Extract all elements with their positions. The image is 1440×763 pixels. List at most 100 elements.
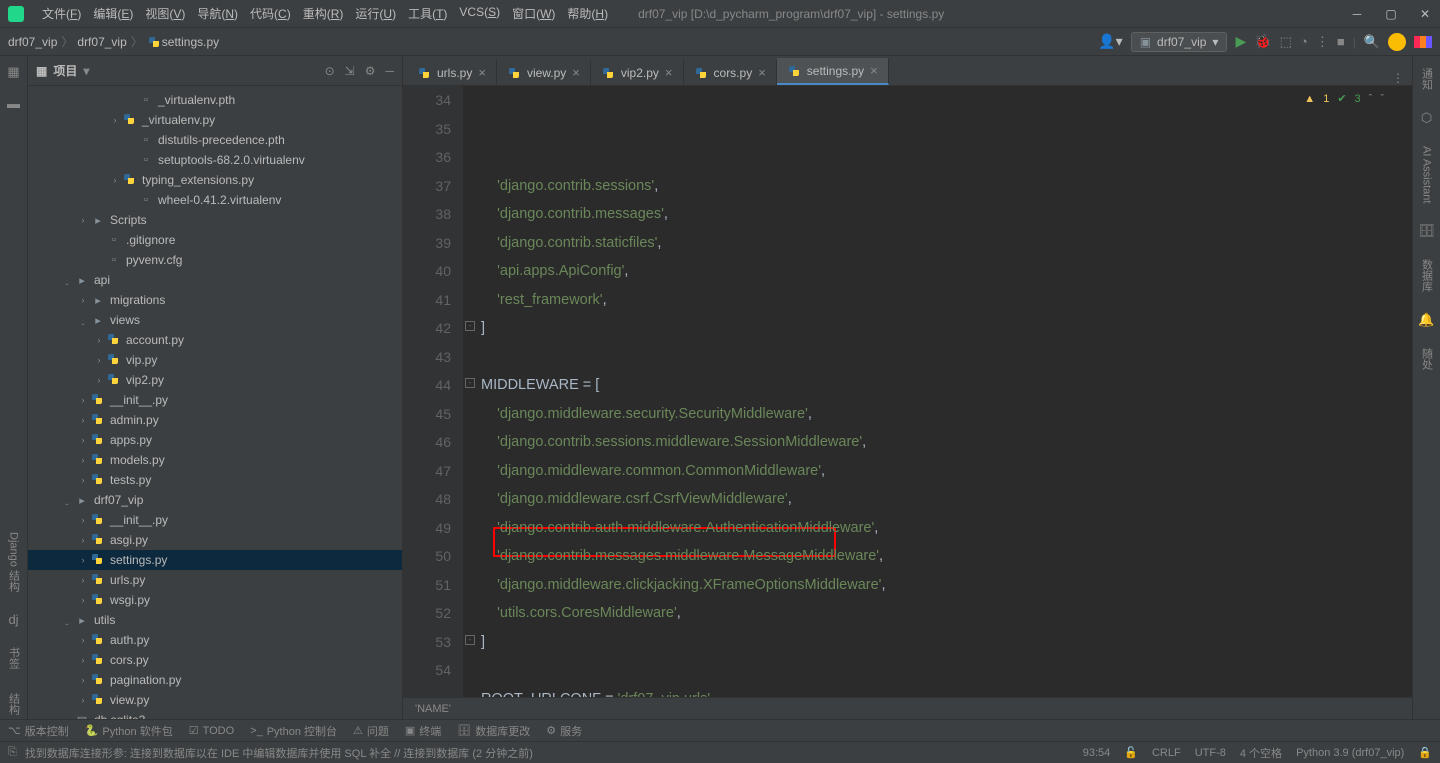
python-interpreter[interactable]: Python 3.9 (drf07_vip) (1296, 747, 1404, 759)
code-line[interactable]: 'django.contrib.auth.middleware.Authenti… (481, 514, 1412, 543)
tree-row[interactable]: ›urls.py (28, 570, 402, 590)
close-tab-icon[interactable]: × (572, 65, 580, 80)
hide-panel-icon[interactable]: ─ (385, 64, 394, 78)
code-line[interactable]: 'django.contrib.staticfiles', (481, 229, 1412, 258)
chevron-right-icon[interactable]: › (76, 215, 90, 225)
chevron-right-icon[interactable]: › (76, 595, 90, 605)
editor-tab[interactable]: urls.py× (407, 60, 497, 85)
tree-row[interactable]: ▤db.sqlite3 (28, 710, 402, 719)
chevron-right-icon[interactable]: › (76, 475, 90, 485)
chevron-down-icon[interactable]: ▾ (83, 64, 89, 78)
tree-row[interactable]: ▫setuptools-68.2.0.virtualenv (28, 150, 402, 170)
chevron-right-icon[interactable]: › (76, 555, 90, 565)
menu-item[interactable]: 工具(T) (402, 5, 453, 22)
tree-row[interactable]: ›auth.py (28, 630, 402, 650)
code-line[interactable]: ]- (481, 628, 1412, 657)
menu-item[interactable]: 代码(C) (244, 5, 297, 22)
code-content[interactable]: 'django.contrib.sessions', 'django.contr… (463, 86, 1412, 697)
chevron-down-icon[interactable]: ˬ (60, 495, 74, 505)
search-everywhere-icon[interactable]: 🔔 (1418, 312, 1434, 328)
search-everywhere-label[interactable]: 随处 (1419, 344, 1435, 374)
code-line[interactable]: 'django.contrib.messages.middleware.Mess… (481, 542, 1412, 571)
dir-icon[interactable]: ▬ (7, 96, 20, 111)
tree-row[interactable]: ›view.py (28, 690, 402, 710)
project-tool-icon[interactable]: ▦ (7, 64, 19, 80)
readonly-lock-icon[interactable]: 🔒 (1418, 746, 1432, 759)
code-line[interactable]: 'django.contrib.sessions.middleware.Sess… (481, 428, 1412, 457)
breadcrumb-item[interactable]: drf07_vip (8, 35, 57, 49)
tree-row[interactable]: ▫_virtualenv.pth (28, 90, 402, 110)
menu-item[interactable]: 视图(V) (139, 5, 191, 22)
django-tool-label[interactable]: Django 结构 (6, 528, 22, 596)
code-line[interactable]: MIDDLEWARE = [- (481, 371, 1412, 400)
encoding[interactable]: UTF-8 (1195, 747, 1226, 759)
chevron-right-icon[interactable]: › (76, 695, 90, 705)
chevron-right-icon[interactable]: › (76, 395, 90, 405)
tool-window-button[interactable]: ⌥版本控制 (8, 723, 69, 739)
database-tool-icon[interactable]: 🗄 (1418, 223, 1435, 239)
editor-tab[interactable]: vip2.py× (591, 60, 684, 85)
editor-tab[interactable]: cors.py× (684, 60, 777, 85)
fold-marker-icon[interactable]: - (465, 635, 475, 645)
minimize-button[interactable]: ─ (1350, 7, 1364, 21)
tree-row[interactable]: ›▸migrations (28, 290, 402, 310)
tree-row[interactable]: ›settings.py (28, 550, 402, 570)
jetbrains-logo-icon[interactable] (1414, 36, 1432, 48)
run-button[interactable]: ▶ (1235, 33, 1246, 50)
tabs-more-icon[interactable]: ⋮ (1392, 71, 1404, 85)
chevron-right-icon[interactable]: › (76, 515, 90, 525)
chevron-right-icon[interactable]: › (76, 535, 90, 545)
code-line[interactable]: ]- (481, 314, 1412, 343)
menu-item[interactable]: 窗口(W) (506, 5, 561, 22)
tree-row[interactable]: ›vip.py (28, 350, 402, 370)
expand-all-icon[interactable]: ⇲ (345, 64, 355, 78)
chevron-down-icon[interactable]: ˬ (60, 615, 74, 625)
ai-assistant-label[interactable]: AI Assistant (1421, 142, 1433, 207)
chevron-right-icon[interactable]: › (92, 335, 106, 345)
menu-item[interactable]: VCS(S) (453, 5, 506, 22)
coverage-button[interactable]: ⬚ (1280, 34, 1292, 50)
code-line[interactable] (481, 343, 1412, 372)
database-tool-label[interactable]: 数据库 (1419, 255, 1435, 296)
tree-row[interactable]: ›models.py (28, 450, 402, 470)
chevron-right-icon[interactable]: › (76, 295, 90, 305)
maximize-button[interactable]: ▢ (1384, 7, 1398, 21)
tree-row[interactable]: ›pagination.py (28, 670, 402, 690)
tree-row[interactable]: ▫.gitignore (28, 230, 402, 250)
menu-item[interactable]: 运行(U) (349, 5, 402, 22)
menu-item[interactable]: 导航(N) (191, 5, 244, 22)
tree-row[interactable]: ▫distutils-precedence.pth (28, 130, 402, 150)
tool-window-button[interactable]: 🗄数据库更改 (457, 723, 530, 739)
notifications-tool-label[interactable]: 通知 (1419, 64, 1435, 94)
chevron-right-icon[interactable]: › (92, 375, 106, 385)
tree-row[interactable]: ˬ▸utils (28, 610, 402, 630)
stop-button[interactable]: ■ (1337, 34, 1345, 49)
bookmarks-tool-label[interactable]: 书签 (6, 643, 22, 673)
more-run-icon[interactable]: ⋮ (1316, 34, 1329, 50)
tree-row[interactable]: ˬ▸views (28, 310, 402, 330)
tree-row[interactable]: ›typing_extensions.py (28, 170, 402, 190)
structure-tool-label[interactable]: 结构 (6, 689, 22, 719)
code-line[interactable]: 'django.contrib.messages', (481, 200, 1412, 229)
tree-row[interactable]: ›_virtualenv.py (28, 110, 402, 130)
tree-row[interactable]: ˬ▸drf07_vip (28, 490, 402, 510)
breadcrumb-item[interactable]: drf07_vip (77, 35, 126, 49)
editor-tab[interactable]: view.py× (497, 60, 591, 85)
menu-item[interactable]: 重构(R) (297, 5, 350, 22)
django-icon[interactable]: dj (8, 612, 18, 627)
chevron-right-icon[interactable]: › (108, 175, 122, 185)
tree-row[interactable]: ›cors.py (28, 650, 402, 670)
close-tab-icon[interactable]: × (478, 65, 486, 80)
tree-row[interactable]: ›__init__.py (28, 390, 402, 410)
tree-row[interactable]: ›__init__.py (28, 510, 402, 530)
project-tree[interactable]: ▫_virtualenv.pth›_virtualenv.py▫distutil… (28, 86, 402, 719)
close-tab-icon[interactable]: × (870, 63, 878, 78)
gear-icon[interactable]: ⚙ (365, 64, 376, 78)
close-tab-icon[interactable]: × (665, 65, 673, 80)
chevron-right-icon[interactable]: › (76, 575, 90, 585)
tool-window-button[interactable]: ☑TODO (189, 724, 234, 737)
chevron-right-icon[interactable]: › (108, 115, 122, 125)
tool-window-button[interactable]: ▣终端 (405, 723, 441, 739)
tree-row[interactable]: ›tests.py (28, 470, 402, 490)
tree-row[interactable]: ˬ▸api (28, 270, 402, 290)
